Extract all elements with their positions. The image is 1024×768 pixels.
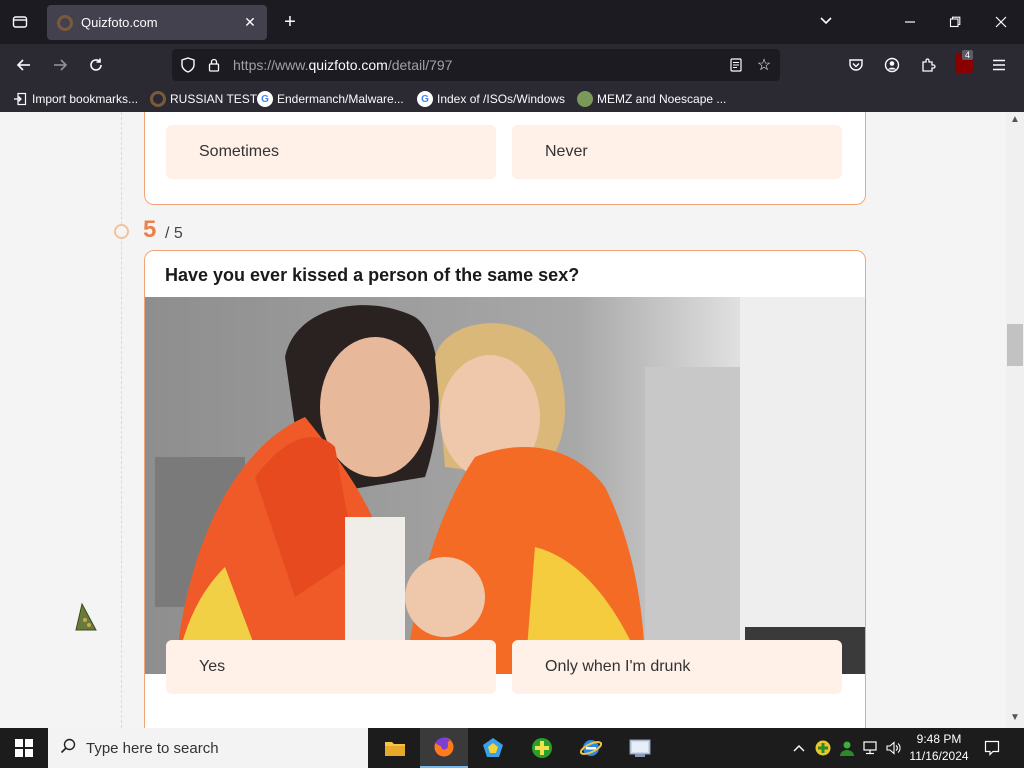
- windows-start-icon[interactable]: [0, 728, 48, 768]
- tray-user-icon[interactable]: [836, 728, 858, 768]
- firefox-icon[interactable]: [420, 728, 468, 768]
- quizfoto-favicon-icon: [150, 91, 166, 107]
- pocket-icon[interactable]: [844, 53, 868, 77]
- url-text[interactable]: https://www.quizfoto.com/detail/797: [233, 57, 452, 73]
- url-prefix: https://www.: [233, 57, 309, 73]
- answer-option[interactable]: Yes: [166, 640, 496, 694]
- tab-quizfoto[interactable]: Quizfoto.com ✕: [47, 5, 267, 40]
- url-domain: quizfoto.com: [308, 57, 388, 73]
- file-explorer-icon[interactable]: [371, 728, 419, 768]
- scroll-up-arrow-icon[interactable]: ▲: [1010, 114, 1020, 125]
- restore-icon[interactable]: [941, 8, 969, 36]
- bookmark-star-icon[interactable]: ☆: [754, 55, 774, 75]
- clock-date: 11/16/2024: [909, 749, 969, 763]
- reader-view-icon[interactable]: [726, 55, 746, 75]
- question-card-previous: Sometimes Never: [144, 112, 866, 205]
- animated-cursor-icon: [74, 602, 100, 639]
- tab-title: Quizfoto.com: [81, 15, 158, 30]
- control-panel-icon[interactable]: [616, 728, 664, 768]
- notification-center-icon[interactable]: [980, 736, 1004, 760]
- search-icon: [60, 738, 76, 759]
- google-icon: G: [417, 91, 433, 107]
- quizfoto-favicon-icon: [57, 14, 73, 31]
- page-content: Sometimes Never 5 / 5 Have you ever kiss…: [0, 112, 1024, 728]
- page-scrollbar[interactable]: ▲ ▼: [1006, 112, 1024, 728]
- taskbar-search-box[interactable]: Type here to search: [48, 728, 368, 768]
- lock-icon[interactable]: [204, 55, 224, 75]
- ublock-count-badge: 4: [962, 50, 974, 60]
- bookmark-label: Endermanch/Malware...: [277, 92, 404, 106]
- tab-strip: Quizfoto.com ✕ +: [0, 0, 1024, 44]
- google-icon: G: [257, 91, 273, 107]
- answer-option[interactable]: Only when I'm drunk: [512, 640, 842, 694]
- answer-label: Never: [545, 143, 588, 160]
- answer-option[interactable]: Never: [512, 125, 842, 179]
- bookmark-label: Import bookmarks...: [32, 92, 139, 106]
- answer-label: Only when I'm drunk: [545, 658, 691, 675]
- question-total: / 5: [165, 225, 183, 242]
- bookmark-import[interactable]: Import bookmarks...: [12, 90, 138, 108]
- tray-green-plus-icon[interactable]: [812, 728, 834, 768]
- question-title: Have you ever kissed a person of the sam…: [165, 265, 580, 285]
- app-pentagon-icon[interactable]: [469, 728, 517, 768]
- chevron-down-icon[interactable]: [816, 11, 836, 31]
- bookmark-index-isos[interactable]: G Index of /ISOs/Windows: [417, 90, 565, 108]
- close-tab-icon[interactable]: ✕: [241, 13, 259, 31]
- question-card: Have you ever kissed a person of the sam…: [144, 250, 866, 728]
- close-window-icon[interactable]: [987, 8, 1015, 36]
- account-icon[interactable]: [880, 53, 904, 77]
- address-bar[interactable]: https://www.quizfoto.com/detail/797 ☆: [172, 49, 780, 81]
- taskbar-clock[interactable]: 9:48 PM 11/16/2024: [904, 731, 974, 765]
- back-arrow-icon[interactable]: [12, 53, 36, 77]
- clock-time: 9:48 PM: [916, 732, 962, 746]
- network-icon[interactable]: [860, 728, 882, 768]
- app-green-plus-icon[interactable]: [518, 728, 566, 768]
- bookmark-label: Index of /ISOs/Windows: [437, 92, 566, 106]
- answer-option[interactable]: Sometimes: [166, 125, 496, 179]
- bookmark-memz[interactable]: MEMZ and Noescape ...: [577, 90, 726, 108]
- bookmark-label: MEMZ and Noescape ...: [597, 92, 727, 106]
- url-path: /detail/797: [387, 57, 453, 73]
- internet-explorer-icon[interactable]: [567, 728, 615, 768]
- question-number: 5: [143, 216, 157, 243]
- minimize-icon[interactable]: [896, 8, 924, 36]
- bookmark-russian-test[interactable]: RUSSIAN TEST: [150, 90, 257, 108]
- timeline-line: [121, 112, 122, 728]
- tab-list-icon[interactable]: [8, 10, 32, 34]
- bookmark-endermanch[interactable]: G Endermanch/Malware...: [257, 90, 404, 108]
- bookmarks-toolbar: Import bookmarks... RUSSIAN TEST G Ender…: [0, 86, 1024, 112]
- new-tab-icon[interactable]: +: [279, 11, 301, 33]
- tracking-shield-icon[interactable]: [178, 55, 198, 75]
- bookmark-label: RUSSIAN TEST: [170, 92, 258, 106]
- tray-chevron-up-icon[interactable]: [790, 728, 808, 768]
- site-favicon-icon: [577, 91, 593, 107]
- timeline-marker: [114, 224, 129, 239]
- answer-label: Sometimes: [199, 143, 280, 160]
- volume-icon[interactable]: [883, 728, 905, 768]
- scroll-thumb[interactable]: [1007, 324, 1023, 366]
- reload-icon[interactable]: [84, 53, 108, 77]
- extensions-puzzle-icon[interactable]: [916, 53, 940, 77]
- nav-toolbar: https://www.quizfoto.com/detail/797 ☆: [0, 44, 1024, 86]
- scroll-down-arrow-icon[interactable]: ▼: [1010, 712, 1020, 723]
- question-photo: [145, 297, 865, 674]
- search-placeholder: Type here to search: [86, 739, 219, 757]
- answer-label: Yes: [199, 658, 226, 675]
- menu-hamburger-icon[interactable]: [987, 53, 1011, 77]
- forward-arrow-icon[interactable]: [48, 53, 72, 77]
- import-icon: [12, 91, 28, 107]
- windows-taskbar: Type here to search 9:48 PM 11/16/2024: [0, 728, 1024, 768]
